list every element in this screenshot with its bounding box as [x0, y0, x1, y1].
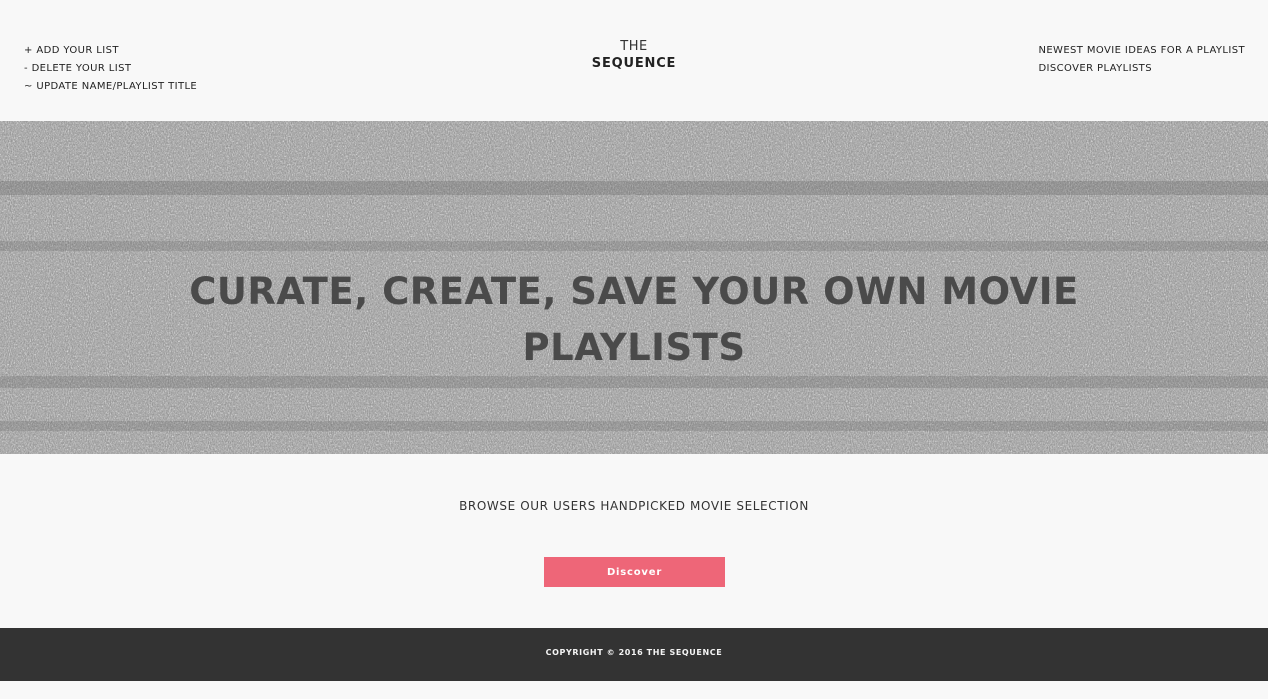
- discover-button[interactable]: Discover: [544, 557, 725, 587]
- footer: COPYRIGHT © 2016 THE SEQUENCE: [0, 628, 1268, 681]
- hero-title: CURATE, CREATE, SAVE YOUR OWN MOVIE PLAY…: [189, 270, 1079, 369]
- copyright-text: COPYRIGHT © 2016 THE SEQUENCE: [545, 648, 723, 657]
- header: + ADD YOUR LIST - DELETE YOUR LIST ~ UPD…: [0, 0, 1268, 121]
- page: + ADD YOUR LIST - DELETE YOUR LIST ~ UPD…: [0, 0, 1268, 699]
- update-list-link[interactable]: ~ UPDATE NAME/PLAYLIST TITLE: [24, 78, 197, 96]
- discover-playlists-link[interactable]: DISCOVER PLAYLISTS: [1038, 60, 1245, 78]
- hero-banner: CURATE, CREATE, SAVE YOUR OWN MOVIE PLAY…: [0, 121, 1268, 454]
- newest-ideas-link[interactable]: NEWEST MOVIE IDEAS FOR A PLAYLIST: [1038, 42, 1245, 60]
- nav-right: NEWEST MOVIE IDEAS FOR A PLAYLIST DISCOV…: [1038, 42, 1245, 78]
- bottom-strip: [0, 681, 1268, 699]
- browse-text: BROWSE OUR USERS HANDPICKED MOVIE SELECT…: [459, 499, 809, 513]
